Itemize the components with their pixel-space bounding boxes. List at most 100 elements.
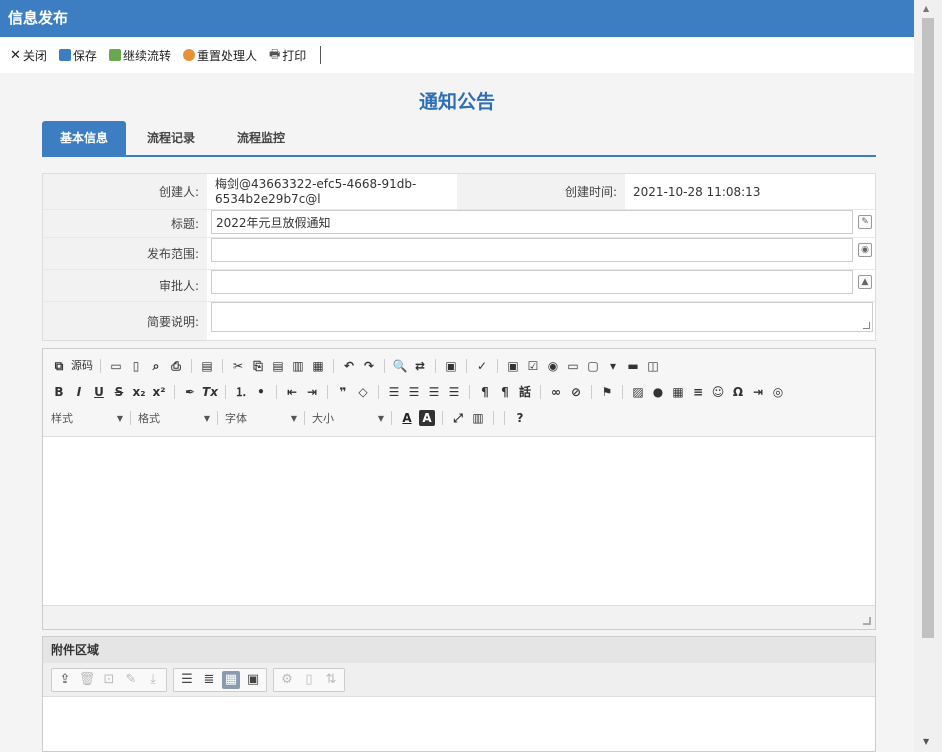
ltr-icon[interactable]: ¶ [477, 384, 493, 400]
scan-icon[interactable]: ⊡ [100, 671, 118, 689]
cut-icon[interactable]: ✂ [230, 358, 246, 374]
user-picker-icon[interactable]: ▲ [858, 275, 872, 289]
summary-textarea[interactable] [211, 302, 873, 332]
indent-icon[interactable]: ⇥ [304, 384, 320, 400]
print-button[interactable]: 🖶 打印 [269, 45, 306, 66]
redo-icon[interactable]: ↷ [361, 358, 377, 374]
document-icon[interactable]: ▯ [300, 671, 318, 689]
underline-icon[interactable]: U [91, 384, 107, 400]
outdent-icon[interactable]: ⇤ [284, 384, 300, 400]
paste-word-icon[interactable]: ▦ [310, 358, 326, 374]
textarea-icon[interactable]: ▢ [585, 358, 601, 374]
language-icon[interactable]: 話 [517, 384, 533, 400]
tab-flow-record[interactable]: 流程记录 [126, 121, 216, 155]
checkbox-icon[interactable]: ☑ [525, 358, 541, 374]
rtl-icon[interactable]: ¶ [497, 384, 513, 400]
upload-icon[interactable]: ⇪ [56, 671, 74, 689]
find-icon[interactable]: 🔍 [392, 358, 408, 374]
format-brush-icon[interactable]: ✒ [182, 384, 198, 400]
tab-flow-monitor[interactable]: 流程监控 [216, 121, 306, 155]
source-button[interactable]: 源码 [71, 358, 93, 374]
smiley-icon[interactable]: ☺ [710, 384, 726, 400]
superscript-icon[interactable]: x² [151, 384, 167, 400]
align-left-icon[interactable]: ☰ [386, 384, 402, 400]
copy-icon[interactable]: ⎘ [250, 358, 266, 374]
remove-format-icon[interactable]: Tx [202, 384, 218, 400]
settings-icon[interactable]: ⚙ [278, 671, 296, 689]
grid-view-icon[interactable]: ▦ [222, 670, 240, 689]
list-view-icon[interactable]: ☰ [178, 671, 196, 689]
detail-view-icon[interactable]: ≣ [200, 671, 218, 689]
subscript-icon[interactable]: x₂ [131, 384, 147, 400]
blockquote-icon[interactable]: ❞ [335, 384, 351, 400]
spellcheck-icon[interactable]: ✓ [474, 358, 490, 374]
org-picker-icon[interactable]: ◉ [858, 243, 872, 257]
template-icon[interactable]: ▤ [199, 358, 215, 374]
bg-color-icon[interactable]: A [419, 410, 435, 426]
help-button[interactable]: ? [512, 410, 528, 426]
approver-input[interactable]: ▲ [211, 270, 872, 294]
paste-icon[interactable]: ▤ [270, 358, 286, 374]
print-doc-icon[interactable]: ⎙ [168, 358, 184, 374]
resize-handle[interactable] [863, 322, 870, 329]
continue-button[interactable]: 继续流转 [108, 47, 171, 64]
text-color-icon[interactable]: A [399, 410, 415, 426]
link-icon[interactable]: ∞ [548, 384, 564, 400]
format-combo[interactable]: 格式 ▼ [138, 410, 210, 426]
reset-handler-button[interactable]: 重置处理人 [182, 47, 257, 64]
edit-file-icon[interactable]: ✎ [122, 671, 140, 689]
italic-icon[interactable]: I [71, 384, 87, 400]
source-icon[interactable]: ⧉ [51, 358, 67, 374]
title-input[interactable]: 2022年元旦放假通知 ✎ [211, 210, 872, 234]
form-icon[interactable]: ▣ [505, 358, 521, 374]
sort-icon[interactable]: ⇅ [322, 671, 340, 689]
special-char-icon[interactable]: Ω [730, 384, 746, 400]
paste-text-icon[interactable]: ▥ [290, 358, 306, 374]
div-container-icon[interactable]: ◇ [355, 384, 371, 400]
download-icon[interactable]: ⤓ [144, 671, 162, 689]
font-combo[interactable]: 字体 ▼ [225, 410, 297, 426]
strike-icon[interactable]: S [111, 384, 127, 400]
select-icon[interactable]: ▾ [605, 358, 621, 374]
bullet-list-icon[interactable]: • [253, 384, 269, 400]
show-blocks-icon[interactable]: ▥ [470, 410, 486, 426]
unlink-icon[interactable]: ⊘ [568, 384, 584, 400]
hidden-field-icon[interactable]: ◫ [645, 358, 661, 374]
new-page-icon[interactable]: ▯ [128, 358, 144, 374]
align-right-icon[interactable]: ☰ [426, 384, 442, 400]
textfield-icon[interactable]: ▭ [565, 358, 581, 374]
editor-content[interactable] [43, 437, 875, 605]
anchor-icon[interactable]: ⚑ [599, 384, 615, 400]
page-break-icon[interactable]: ⇥ [750, 384, 766, 400]
horizontal-rule-icon[interactable]: ≡ [690, 384, 706, 400]
iframe-icon[interactable]: ◎ [770, 384, 786, 400]
radio-icon[interactable]: ◉ [545, 358, 561, 374]
edit-icon[interactable]: ✎ [858, 215, 872, 229]
size-combo[interactable]: 大小 ▼ [312, 410, 384, 426]
style-combo[interactable]: 样式 ▼ [51, 410, 123, 426]
button-icon[interactable]: ▬ [625, 358, 641, 374]
editor-resize-grip[interactable] [863, 617, 871, 625]
scrollbar-thumb[interactable] [922, 18, 934, 638]
preview-icon[interactable]: ⌕ [148, 358, 164, 374]
thumbnail-view-icon[interactable]: ▣ [244, 671, 262, 689]
scope-input[interactable]: ◉ [211, 238, 872, 262]
delete-icon[interactable]: 🗑 [78, 671, 96, 689]
scroll-down-icon[interactable]: ▼ [923, 737, 929, 746]
close-button[interactable]: ✕ 关闭 [10, 47, 47, 64]
replace-icon[interactable]: ⇄ [412, 358, 428, 374]
save-button[interactable]: 保存 [58, 47, 97, 64]
maximize-icon[interactable]: ⤢ [450, 410, 466, 426]
undo-icon[interactable]: ↶ [341, 358, 357, 374]
flash-icon[interactable]: ● [650, 384, 666, 400]
align-justify-icon[interactable]: ☰ [446, 384, 462, 400]
table-icon[interactable]: ▦ [670, 384, 686, 400]
select-all-icon[interactable]: ▣ [443, 358, 459, 374]
scroll-up-icon[interactable]: ▲ [923, 4, 929, 13]
page-scrollbar[interactable]: ▲ ▼ [914, 0, 942, 752]
save-doc-icon[interactable]: ▭ [108, 358, 124, 374]
numbered-list-icon[interactable]: ⒈ [233, 384, 249, 400]
image-icon[interactable]: ▨ [630, 384, 646, 400]
bold-icon[interactable]: B [51, 384, 67, 400]
align-center-icon[interactable]: ☰ [406, 384, 422, 400]
